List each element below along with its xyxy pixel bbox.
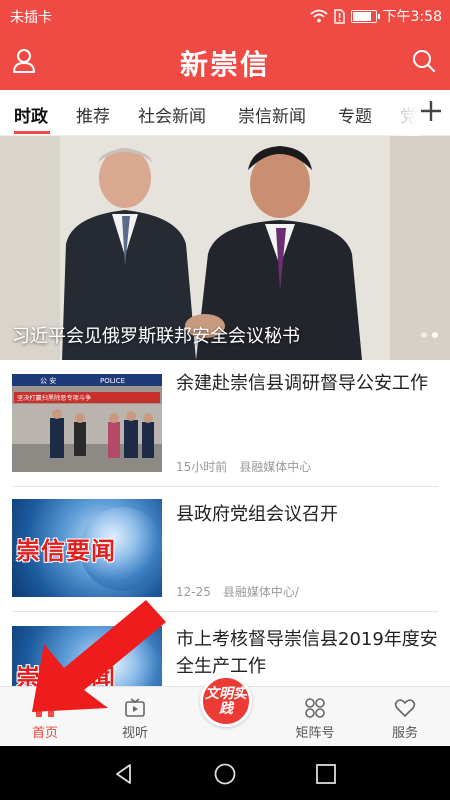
- category-tabs: 时政 推荐 社会新闻 崇信新闻 专题 党: [0, 90, 450, 136]
- tab-tuijian[interactable]: 推荐: [76, 102, 110, 127]
- bottom-nav: 首页 视听 文明实践 矩阵号 服务: [0, 675, 450, 747]
- nav-fuwu[interactable]: 服务: [360, 687, 450, 747]
- news-source: 县融媒体中心/: [222, 585, 299, 599]
- clock-text: 下午3:58: [382, 9, 442, 25]
- thumb-banner-text: 坚决打赢扫黑除恶专项斗争: [17, 394, 91, 402]
- headline-banner[interactable]: 习近平会见俄罗斯联邦安全会议秘书: [0, 136, 450, 360]
- status-bar: 未插卡 下午3:58: [0, 0, 450, 32]
- tab-fade: [388, 90, 418, 136]
- news-item-1[interactable]: 公 安 POLICE 坚决打赢扫黑除恶专项斗争 余建赴崇信县调研督导公安工作 1…: [0, 360, 450, 486]
- news-thumbnail: 崇信要闻: [12, 626, 162, 686]
- app-title: 新崇信: [179, 48, 270, 81]
- news-headline: 县政府党组会议召开: [176, 504, 338, 525]
- news-item-2[interactable]: 崇信要闻 县政府党组会议召开 12-25 县融媒体中心/: [0, 487, 450, 611]
- news-meta: 12-25 县融媒体中心/: [176, 583, 299, 600]
- news-time: 12-25: [176, 585, 211, 599]
- police-sign: POLICE: [100, 377, 125, 385]
- carousel-dot: [421, 332, 427, 338]
- tab-shehui-xinwen[interactable]: 社会新闻: [138, 102, 206, 127]
- news-headline: 市上考核督导崇信县2019年度安全生产工作: [176, 629, 438, 677]
- active-tab-indicator: [14, 131, 50, 134]
- news-meta: 15小时前 县融媒体中心: [176, 458, 311, 475]
- home-icon: [36, 699, 54, 717]
- news-thumbnail: 公 安 POLICE 坚决打赢扫黑除恶专项斗争: [12, 374, 162, 472]
- status-icons: 下午3:58: [309, 6, 442, 26]
- heart-icon: [394, 699, 416, 717]
- tab-zhuanti[interactable]: 专题: [338, 102, 372, 127]
- news-source: 县融媒体中心: [239, 460, 312, 474]
- app-header: 新崇信: [0, 32, 450, 90]
- wifi-icon: [309, 9, 328, 23]
- carousel-dots: [421, 332, 438, 338]
- brand-thumb-text: 崇信要闻: [16, 663, 116, 686]
- tv-icon: [125, 698, 145, 717]
- brand-thumb-text: 崇信要闻: [16, 536, 116, 565]
- matrix-icon: [305, 698, 325, 718]
- wenming-logo-text: 文明实践: [205, 686, 247, 717]
- back-icon[interactable]: [112, 762, 136, 786]
- nav-home[interactable]: 首页: [0, 687, 90, 747]
- wenming-logo[interactable]: 文明实践: [200, 675, 252, 727]
- tab-chongxin-xinwen[interactable]: 崇信新闻: [238, 102, 306, 127]
- recents-icon[interactable]: [314, 762, 338, 786]
- battery-icon: [350, 9, 380, 23]
- news-headline: 余建赴崇信县调研督导公安工作: [176, 373, 428, 394]
- search-icon[interactable]: [412, 48, 436, 74]
- news-time: 15小时前: [176, 460, 228, 474]
- carrier-text: 未插卡: [10, 10, 52, 26]
- nav-shiting-label: 视听: [121, 726, 148, 741]
- news-thumbnail: 崇信要闻: [12, 499, 162, 597]
- nav-fuwu-label: 服务: [391, 726, 418, 741]
- police-sign-prefix: 公 安: [40, 376, 56, 385]
- nav-juzhenhao[interactable]: 矩阵号: [270, 687, 360, 747]
- banner-caption: 习近平会见俄罗斯联邦安全会议秘书: [12, 326, 300, 347]
- plus-icon[interactable]: [418, 98, 444, 124]
- nav-juzhenhao-label: 矩阵号: [295, 726, 335, 741]
- nav-shiting[interactable]: 视听: [90, 687, 180, 747]
- system-nav-bar: [0, 746, 450, 800]
- sim-alert-icon: [333, 8, 345, 24]
- carousel-dot-active: [432, 332, 438, 338]
- tab-shizheng[interactable]: 时政: [14, 102, 48, 127]
- nav-home-label: 首页: [31, 726, 58, 741]
- home-circle-icon[interactable]: [213, 762, 237, 786]
